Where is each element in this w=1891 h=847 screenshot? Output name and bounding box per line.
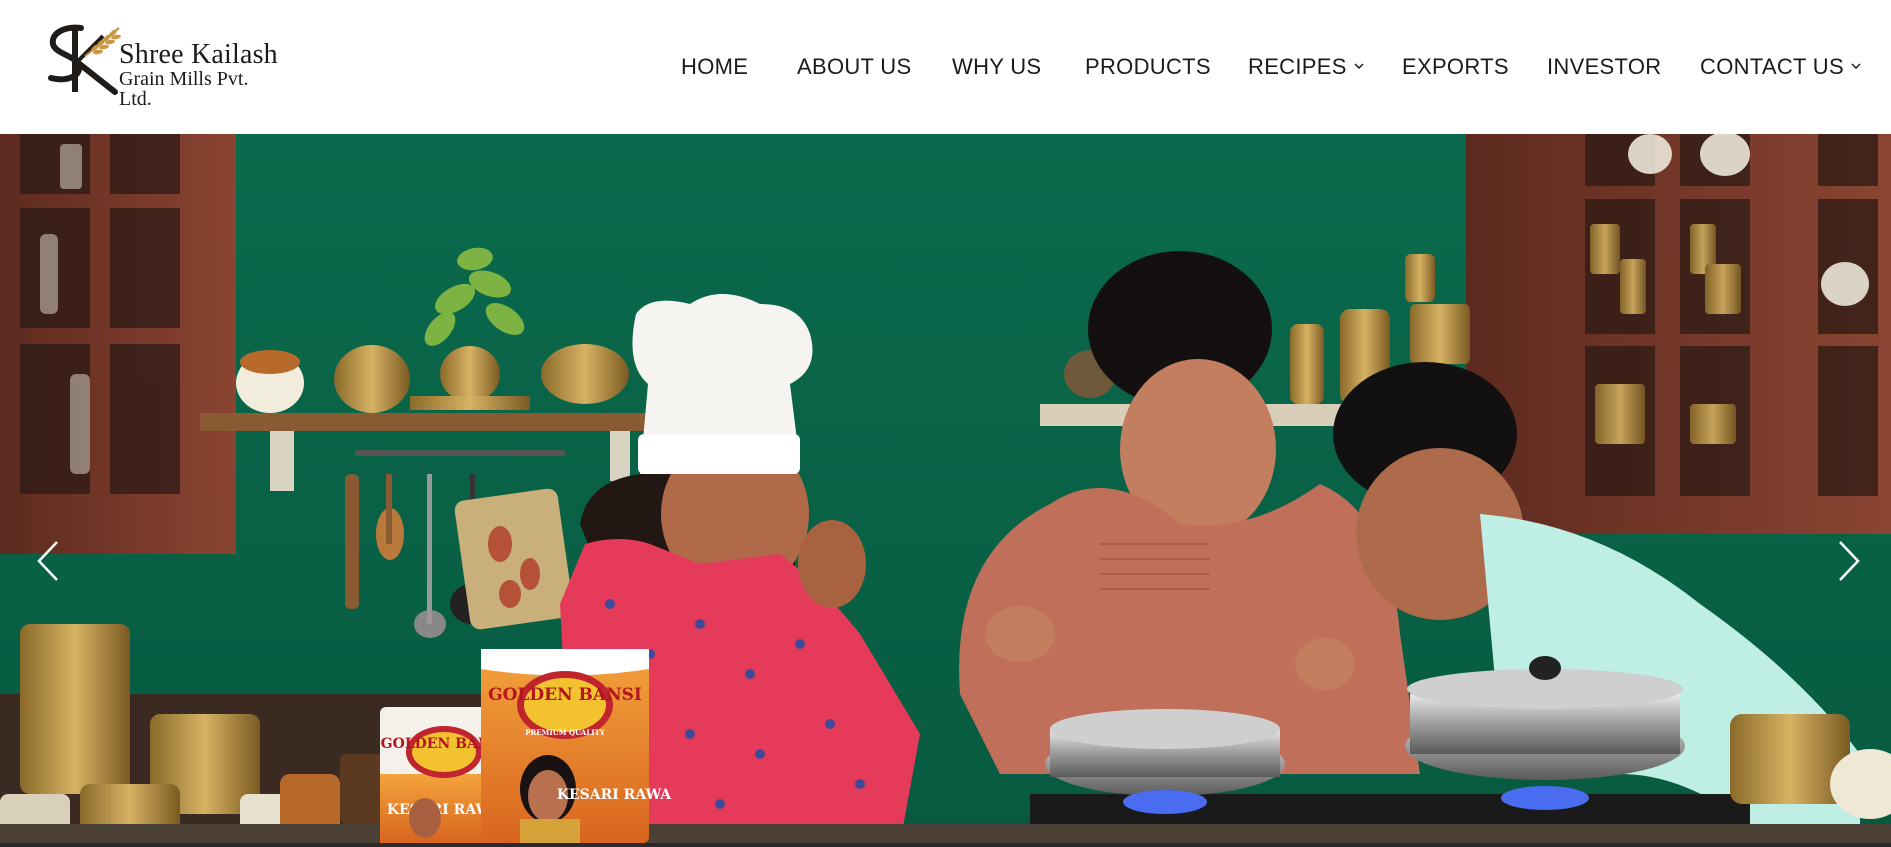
chevron-right-icon[interactable] — [1834, 538, 1864, 584]
nav-item-recipes[interactable]: RECIPES — [1248, 53, 1365, 81]
nav-item-investor[interactable]: INVESTOR — [1547, 53, 1661, 81]
nav-item-home[interactable]: HOME — [681, 53, 748, 81]
site-header: Shree Kailash Grain Mills Pvt. Ltd. HOME… — [0, 0, 1891, 134]
hero-slider: GOLDEN BANSI KESARI RAWA GOLDEN BANSI PR… — [0, 134, 1891, 843]
pack-front-brand: GOLDEN BANSI — [488, 685, 642, 705]
nav-item-products[interactable]: PRODUCTS — [1085, 53, 1211, 81]
pack-front-name: KESARI RAWA — [557, 787, 672, 803]
hero-bottom-border — [0, 843, 1891, 847]
product-pack-front: GOLDEN BANSI PREMIUM QUALITY KESARI RAWA — [481, 649, 672, 843]
nav-item-about-us[interactable]: ABOUT US — [797, 53, 911, 81]
pack-front-quality: PREMIUM QUALITY — [525, 728, 606, 737]
nav-item-why-us[interactable]: WHY US — [952, 53, 1041, 81]
chevron-down-icon — [1851, 63, 1861, 70]
chevron-down-icon — [1354, 63, 1364, 70]
nav-item-contact-us[interactable]: CONTACT US — [1700, 53, 1862, 81]
chevron-left-icon[interactable] — [33, 538, 63, 584]
hero-kitchen-photo: GOLDEN BANSI KESARI RAWA GOLDEN BANSI PR… — [0, 134, 1891, 843]
nav-item-exports[interactable]: EXPORTS — [1402, 53, 1509, 81]
main-nav: HOME ABOUT US WHY US PRODUCTS RECIPES EX… — [0, 53, 1891, 81]
